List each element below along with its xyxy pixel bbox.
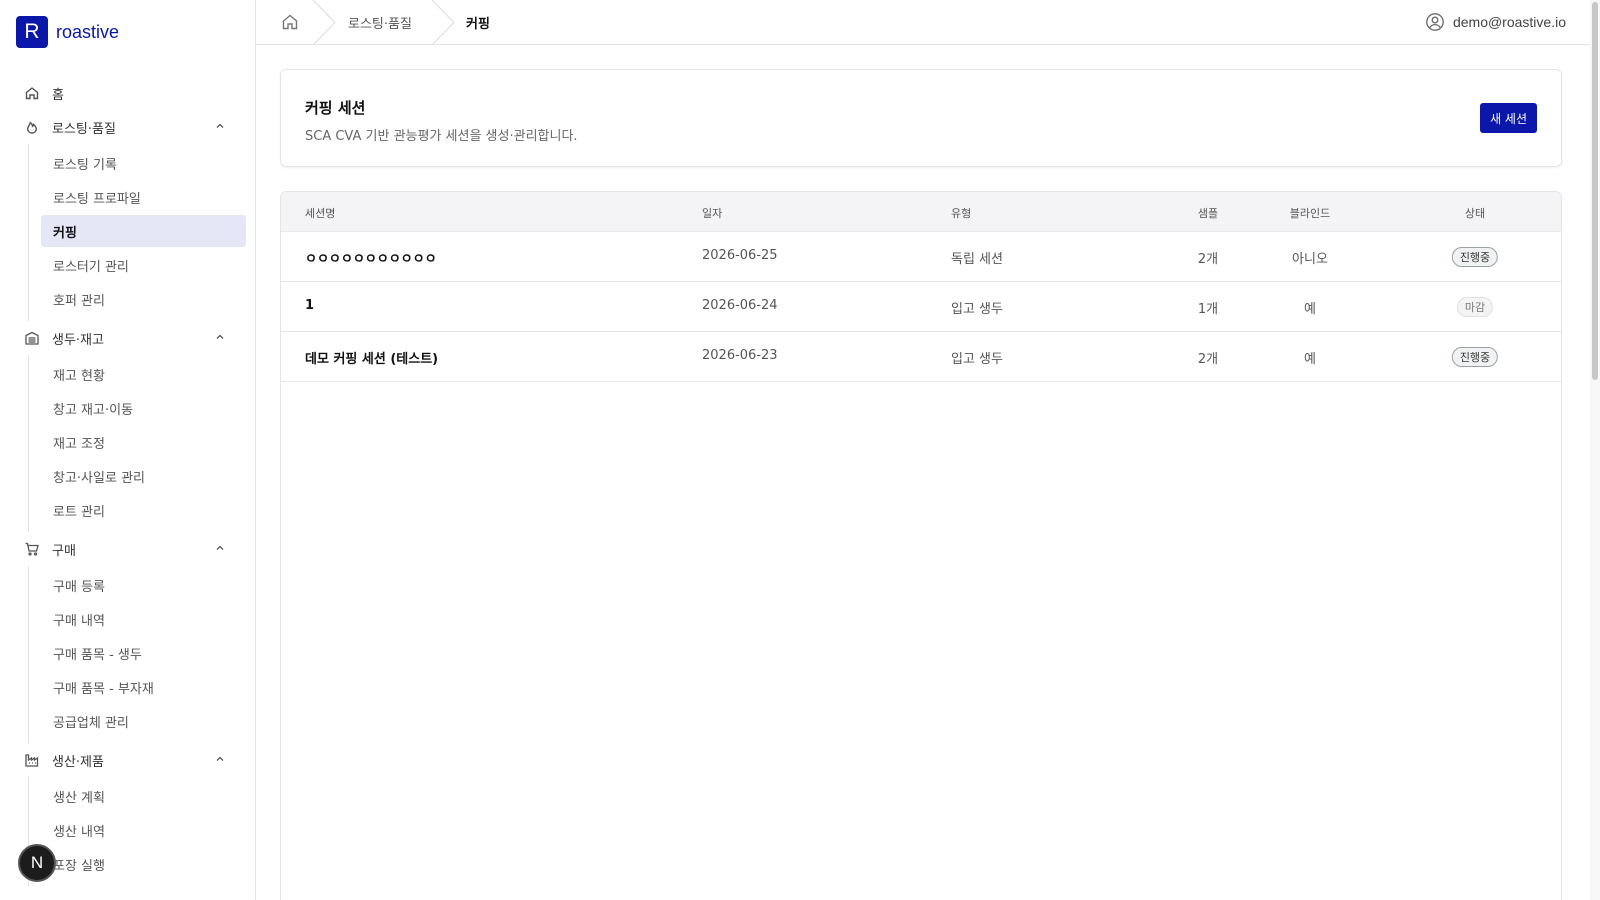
sidebar-item-roasting-profile[interactable]: 로스팅 프로파일 xyxy=(41,181,246,213)
sidebar-item-production-history[interactable]: 생산 내역 xyxy=(41,814,246,846)
cell-type: 입고 생두 xyxy=(951,302,1003,317)
cell-samples: 2개 xyxy=(1197,252,1219,267)
new-session-button[interactable]: 새 세션 xyxy=(1480,103,1537,133)
column-header-type[interactable]: 유형 xyxy=(951,205,971,221)
page-scrollbar[interactable] xyxy=(1590,0,1600,900)
page-title: 커핑 세션 xyxy=(305,99,366,117)
warehouse-icon xyxy=(24,330,40,346)
sidebar-item-packaging[interactable]: 포장 실행 xyxy=(41,848,246,880)
topbar: 로스팅·품질 커핑 demo@roastive.io xyxy=(256,0,1590,45)
sidebar-group-purchase[interactable]: 구매 xyxy=(0,532,256,566)
sidebar-item-label: 홈 xyxy=(52,87,64,103)
chevron-up-icon xyxy=(216,545,224,550)
status-badge: 마감 xyxy=(1456,297,1494,317)
breadcrumb-separator-icon xyxy=(312,0,336,45)
sidebar-sublist: 구매 등록 구매 내역 구매 품목 - 생두 구매 품목 - 부자재 공급업체 … xyxy=(28,566,256,743)
cart-icon xyxy=(24,541,40,557)
sidebar-nav: 홈 로스팅·품질 로스팅 기록 로스팅 프로파일 커핑 로스터기 관리 호퍼 관… xyxy=(0,76,256,886)
cell-date: 2026-06-23 xyxy=(702,348,778,363)
cell-session-name[interactable]: 1 xyxy=(305,298,314,313)
breadcrumb-current: 커핑 xyxy=(466,17,490,32)
cell-samples: 2개 xyxy=(1197,352,1219,367)
cell-blind: 아니오 xyxy=(1292,252,1328,267)
factory-icon xyxy=(24,752,40,768)
status-badge: 진행중 xyxy=(1451,347,1499,367)
sidebar-sublist: 로스팅 기록 로스팅 프로파일 커핑 로스터기 관리 호퍼 관리 xyxy=(28,144,256,321)
sidebar-sublist: 생산 계획 생산 내역 포장 실행 xyxy=(28,777,256,886)
nextjs-dev-button[interactable]: N xyxy=(18,844,56,882)
table-row[interactable]: ㅇㅇㅇㅇㅇㅇㅇㅇㅇㅇㅇ 2026-06-25 독립 세션 2개 아니오 진행중 xyxy=(281,232,1561,282)
sidebar-item-warehouse-silo[interactable]: 창고·사일로 관리 xyxy=(41,460,246,492)
brand-logo: R xyxy=(16,16,48,48)
sidebar-item-inventory-status[interactable]: 재고 현황 xyxy=(41,358,246,390)
sessions-table: 세션명 일자 유형 샘플 블라인드 상태 ㅇㅇㅇㅇㅇㅇㅇㅇㅇㅇㅇ 2026-06… xyxy=(280,191,1562,900)
chevron-up-icon xyxy=(216,334,224,339)
sidebar-item-roaster-management[interactable]: 로스터기 관리 xyxy=(41,249,246,281)
status-badge: 진행중 xyxy=(1451,247,1499,267)
column-header-date[interactable]: 일자 xyxy=(702,205,722,221)
cell-session-name[interactable]: ㅇㅇㅇㅇㅇㅇㅇㅇㅇㅇㅇ xyxy=(305,248,437,267)
cell-date: 2026-06-25 xyxy=(702,248,778,263)
sidebar-group-label: 로스팅·품질 xyxy=(52,121,116,137)
scrollbar-thumb[interactable] xyxy=(1592,2,1598,380)
column-header-blind[interactable]: 블라인드 xyxy=(1290,205,1330,221)
user-menu[interactable]: demo@roastive.io xyxy=(1425,12,1566,32)
user-email: demo@roastive.io xyxy=(1452,14,1566,30)
table-header: 세션명 일자 유형 샘플 블라인드 상태 xyxy=(281,192,1561,232)
column-header-name[interactable]: 세션명 xyxy=(305,205,335,221)
user-circle-icon xyxy=(1425,12,1445,32)
cell-samples: 1개 xyxy=(1197,302,1219,317)
brand[interactable]: R roastive xyxy=(16,16,119,48)
cell-blind: 예 xyxy=(1304,302,1316,317)
breadcrumb-section[interactable]: 로스팅·품질 xyxy=(348,13,412,32)
sidebar-group-label: 생산·제품 xyxy=(52,754,104,770)
page-header-card: 커핑 세션 SCA CVA 기반 관능평가 세션을 생성·관리합니다. 새 세션 xyxy=(280,69,1562,167)
cell-session-name[interactable]: 데모 커핑 세션 (테스트) xyxy=(305,348,438,367)
sidebar-item-roasting-log[interactable]: 로스팅 기록 xyxy=(41,147,246,179)
sidebar-group-production[interactable]: 생산·제품 xyxy=(0,743,256,777)
breadcrumb-separator-icon xyxy=(431,0,455,45)
sidebar-item-inventory-adjustment[interactable]: 재고 조정 xyxy=(41,426,246,458)
chevron-up-icon xyxy=(216,123,224,128)
home-icon xyxy=(24,85,40,101)
page-description: SCA CVA 기반 관능평가 세션을 생성·관리합니다. xyxy=(305,129,578,144)
chevron-up-icon xyxy=(216,756,224,761)
sidebar-item-purchase-history[interactable]: 구매 내역 xyxy=(41,603,246,635)
cell-blind: 예 xyxy=(1304,352,1316,367)
sidebar-item-hopper-management[interactable]: 호퍼 관리 xyxy=(41,283,246,315)
flame-icon xyxy=(24,119,40,135)
sidebar-group-label: 생두·재고 xyxy=(52,332,104,348)
table-row[interactable]: 1 2026-06-24 입고 생두 1개 예 마감 xyxy=(281,282,1561,332)
cell-date: 2026-06-24 xyxy=(702,298,778,313)
sidebar-item-purchase-register[interactable]: 구매 등록 xyxy=(41,569,246,601)
sidebar-item-purchase-materials[interactable]: 구매 품목 - 부자재 xyxy=(41,671,246,703)
table-row[interactable]: 데모 커핑 세션 (테스트) 2026-06-23 입고 생두 2개 예 진행중 xyxy=(281,332,1561,382)
sidebar-group-green-bean-inventory[interactable]: 생두·재고 xyxy=(0,321,256,355)
sidebar-item-production-plan[interactable]: 생산 계획 xyxy=(41,780,246,812)
sidebar-item-warehouse-transfer[interactable]: 창고 재고·이동 xyxy=(41,392,246,424)
brand-name: roastive xyxy=(56,21,120,42)
home-icon[interactable] xyxy=(280,12,300,32)
cell-type: 입고 생두 xyxy=(951,352,1003,367)
sidebar-group-roasting[interactable]: 로스팅·품질 xyxy=(0,110,256,144)
cell-type: 독립 세션 xyxy=(951,252,1003,267)
column-header-samples[interactable]: 샘플 xyxy=(1198,205,1218,221)
sidebar-sublist: 재고 현황 창고 재고·이동 재고 조정 창고·사일로 관리 로트 관리 xyxy=(28,355,256,532)
sidebar-item-supplier-management[interactable]: 공급업체 관리 xyxy=(41,705,246,737)
sidebar: R roastive 홈 로스팅·품질 로스팅 기록 로스팅 프로파일 커핑 로… xyxy=(0,0,256,900)
column-header-status[interactable]: 상태 xyxy=(1465,205,1485,221)
sidebar-item-cupping[interactable]: 커핑 xyxy=(41,215,246,247)
sidebar-item-purchase-green-bean[interactable]: 구매 품목 - 생두 xyxy=(41,637,246,669)
sidebar-group-label: 구매 xyxy=(52,543,76,559)
sidebar-item-lot-management[interactable]: 로트 관리 xyxy=(41,494,246,526)
sidebar-item-home[interactable]: 홈 xyxy=(0,76,256,110)
